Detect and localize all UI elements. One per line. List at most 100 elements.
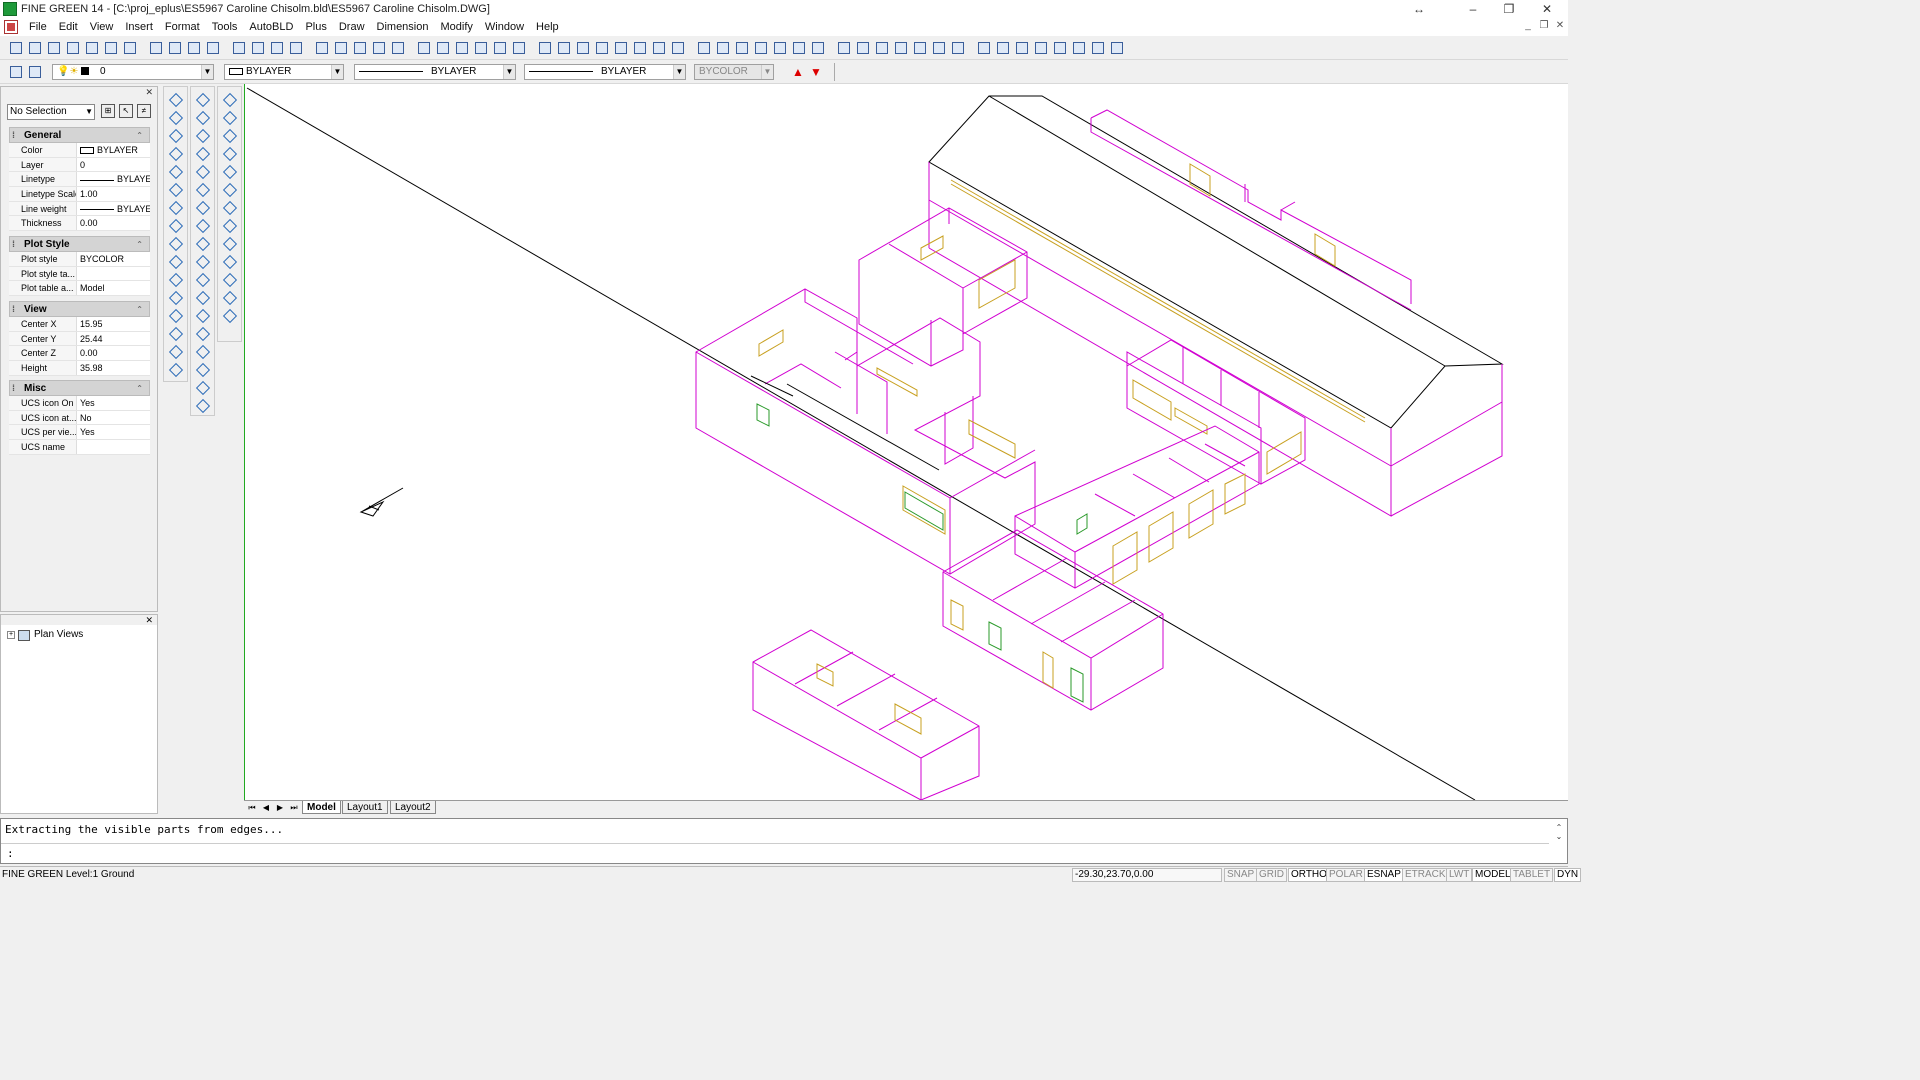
multiline-icon[interactable]	[168, 128, 184, 144]
menu-dimension[interactable]: Dimension	[371, 18, 435, 36]
status-toggle-snap[interactable]: SNAP	[1224, 868, 1258, 882]
plotstyle-combo[interactable]: BYCOLOR ▼	[694, 64, 774, 80]
drawing-canvas[interactable]	[244, 84, 1568, 801]
snap-center-icon[interactable]	[222, 146, 238, 162]
open-icon[interactable]	[65, 40, 81, 56]
magnet-icon[interactable]	[222, 308, 238, 324]
report-icon[interactable]	[950, 40, 966, 56]
menu-plus[interactable]: Plus	[299, 18, 332, 36]
restore-button[interactable]: ❐	[1492, 0, 1526, 18]
doc-close-button[interactable]: ✕	[1552, 20, 1568, 34]
beam-icon[interactable]	[912, 40, 928, 56]
new-bld-icon[interactable]	[8, 40, 24, 56]
quick-select-icon[interactable]: ⊞	[101, 104, 115, 118]
text-icon[interactable]	[168, 344, 184, 360]
layer-manager-icon[interactable]	[8, 64, 24, 80]
wall-icon[interactable]	[772, 40, 788, 56]
make-block-icon[interactable]	[168, 290, 184, 306]
zoom-window-icon[interactable]	[454, 40, 470, 56]
print-icon[interactable]	[103, 40, 119, 56]
column-icon[interactable]	[893, 40, 909, 56]
first-tab-icon[interactable]: ⏮	[246, 801, 258, 814]
polygon-icon[interactable]	[168, 164, 184, 180]
command-scrollbar[interactable]: ⌃ ⌄	[1553, 823, 1565, 841]
measure-icon[interactable]	[195, 380, 211, 396]
stairs-icon[interactable]	[855, 40, 871, 56]
next-tab-icon[interactable]: ▶	[274, 801, 286, 814]
shade-icon[interactable]	[575, 40, 591, 56]
calc-icon[interactable]	[1033, 40, 1049, 56]
polyline-icon[interactable]	[168, 146, 184, 162]
point-icon[interactable]	[168, 308, 184, 324]
pencil-icon[interactable]	[195, 398, 211, 414]
prop-row[interactable]: Linetype BYLAYE	[9, 172, 150, 188]
break-icon[interactable]	[195, 308, 211, 324]
doc-restore-button[interactable]: ❐	[1536, 20, 1552, 34]
menu-view[interactable]: View	[84, 18, 120, 36]
layers-icon[interactable]	[390, 40, 406, 56]
save-icon[interactable]	[84, 40, 100, 56]
snap-quadrant-icon[interactable]	[222, 164, 238, 180]
named-views-icon[interactable]	[670, 40, 686, 56]
hatch-icon[interactable]	[168, 326, 184, 342]
snap-node-icon[interactable]	[222, 236, 238, 252]
prop-row[interactable]: Color BYLAYER	[9, 143, 150, 158]
move-icon[interactable]	[195, 182, 211, 198]
rectangle-icon[interactable]	[168, 182, 184, 198]
prop-row[interactable]: UCS name	[9, 440, 150, 455]
trim-icon[interactable]	[195, 272, 211, 288]
expand-icon[interactable]: +	[7, 631, 15, 639]
snap-endpoint-icon[interactable]	[222, 92, 238, 108]
arc-icon[interactable]	[168, 200, 184, 216]
doc-minimize-button[interactable]: _	[1520, 20, 1536, 34]
close-icon[interactable]: ✕	[145, 87, 153, 97]
pan-icon[interactable]	[416, 40, 432, 56]
status-toggle-lwt[interactable]: LWT	[1446, 868, 1473, 882]
properties-icon[interactable]	[696, 40, 712, 56]
prev-tab-icon[interactable]: ◀	[260, 801, 272, 814]
prop-row[interactable]: Plot style BYCOLOR	[9, 252, 150, 267]
menu-window[interactable]: Window	[479, 18, 530, 36]
menu-help[interactable]: Help	[530, 18, 565, 36]
document-icon[interactable]	[4, 20, 18, 34]
plot-icon[interactable]	[288, 40, 304, 56]
door-icon[interactable]	[810, 40, 826, 56]
print-preview-icon[interactable]	[122, 40, 138, 56]
snap-none-icon[interactable]	[222, 272, 238, 288]
construction-line-icon[interactable]	[168, 110, 184, 126]
help-icon[interactable]	[511, 40, 527, 56]
menu-format[interactable]: Format	[159, 18, 206, 36]
open-bld-icon[interactable]	[27, 40, 43, 56]
snap-tangent-icon[interactable]	[222, 182, 238, 198]
array-icon[interactable]	[195, 164, 211, 180]
snap-nearest-icon[interactable]	[222, 254, 238, 270]
tab-layout2[interactable]: Layout2	[390, 801, 436, 814]
plotstyle-section-header[interactable]: ⁞ Plot Style ⌃	[9, 236, 150, 252]
color-combo[interactable]: BYLAYER ▼	[224, 64, 344, 80]
zoom-previous-icon[interactable]	[473, 40, 489, 56]
eraser-icon[interactable]	[371, 40, 387, 56]
window-icon[interactable]	[791, 40, 807, 56]
copy-icon[interactable]	[167, 40, 183, 56]
prop-row[interactable]: Line weight BYLAYE	[9, 201, 150, 217]
snap-insert-icon[interactable]	[222, 218, 238, 234]
dimension-icon[interactable]	[352, 40, 368, 56]
menu-edit[interactable]: Edit	[53, 18, 84, 36]
settings-icon[interactable]	[1071, 40, 1087, 56]
tab-layout1[interactable]: Layout1	[342, 801, 388, 814]
zone-icon[interactable]	[931, 40, 947, 56]
snap-intersection-icon[interactable]	[222, 128, 238, 144]
status-toggle-dyn[interactable]: DYN	[1554, 868, 1582, 882]
cut-icon[interactable]	[148, 40, 164, 56]
prop-row[interactable]: UCS icon at... No	[9, 410, 150, 426]
misc-section-header[interactable]: ⁞ Misc ⌃	[9, 380, 150, 396]
selection-combo[interactable]: No Selection ▼	[7, 104, 95, 120]
snap-settings-icon[interactable]	[222, 290, 238, 306]
general-section-header[interactable]: ⁞ General ⌃	[9, 127, 150, 143]
paste-icon[interactable]	[186, 40, 202, 56]
angle-icon[interactable]	[333, 40, 349, 56]
status-toggle-etrack[interactable]: ETRACK	[1402, 868, 1449, 882]
layer-previous-icon[interactable]	[27, 64, 43, 80]
status-toggle-tablet[interactable]: TABLET	[1510, 868, 1554, 882]
offset-icon[interactable]	[195, 146, 211, 162]
